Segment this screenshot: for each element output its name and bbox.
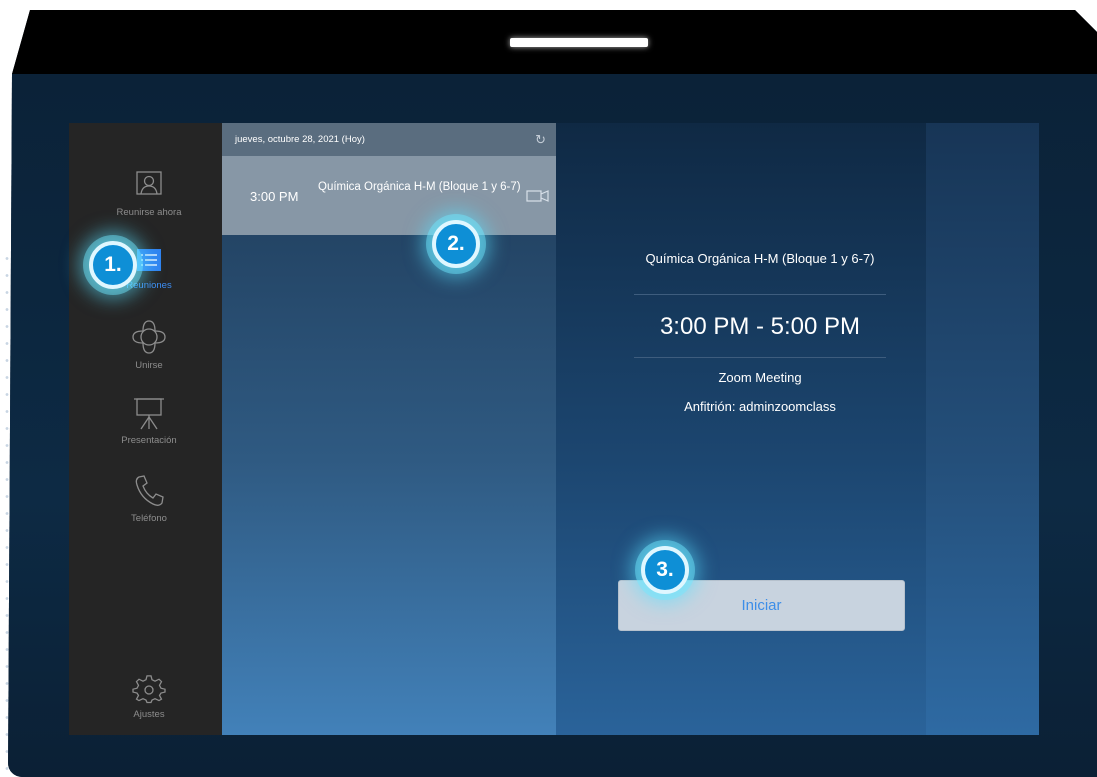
step-badge-3: 3. <box>641 546 689 594</box>
sidebar: Reunirse ahora Reuniones Unirse Presenta… <box>69 123 222 735</box>
gear-icon <box>129 675 169 705</box>
sidebar-item-label: Reunirse ahora <box>116 207 182 218</box>
sidebar-item-label: Reuniones <box>126 280 172 291</box>
list-date: jueves, octubre 28, 2021 (Hoy) <box>235 134 365 145</box>
sidebar-item-label: Teléfono <box>131 513 167 524</box>
zoom-rooms-screen: Reunirse ahora Reuniones Unirse Presenta… <box>69 123 1039 735</box>
detail-host: Anfitrión: adminzoomclass <box>684 399 836 414</box>
list-item[interactable]: 3:00 PM Química Orgánica H-M (Bloque 1 y… <box>222 156 556 235</box>
meeting-detail: Química Orgánica H-M (Bloque 1 y 6-7) 3:… <box>556 123 1039 735</box>
detail-side-panel <box>926 123 1039 735</box>
flower-icon <box>129 318 169 356</box>
step-badge-1: 1. <box>89 241 137 289</box>
refresh-icon[interactable]: ↻ <box>535 133 546 146</box>
phone-icon <box>129 473 169 509</box>
tablet-speaker <box>510 38 648 47</box>
sidebar-item-label: Presentación <box>121 435 177 446</box>
sidebar-item-reunirse-ahora[interactable]: Reunirse ahora <box>109 171 189 218</box>
tablet-bezel <box>8 10 1097 74</box>
step-badge-2: 2. <box>432 220 480 268</box>
contact-icon <box>129 171 169 203</box>
settings-label: Ajustes <box>133 709 165 720</box>
sidebar-item-telefono[interactable]: Teléfono <box>109 473 189 524</box>
sidebar-item-presentacion[interactable]: Presentación <box>109 397 189 446</box>
sidebar-item-label: Unirse <box>135 360 163 371</box>
detail-title: Química Orgánica H-M (Bloque 1 y 6-7) <box>645 251 875 266</box>
divider <box>634 357 886 358</box>
detail-time-range: 3:00 PM - 5:00 PM <box>659 313 861 340</box>
list-header: jueves, octubre 28, 2021 (Hoy) ↻ <box>222 123 556 156</box>
projector-icon <box>129 397 169 431</box>
meeting-title: Química Orgánica H-M (Bloque 1 y 6-7) <box>318 181 521 193</box>
meetings-list: jueves, octubre 28, 2021 (Hoy) ↻ 3:00 PM… <box>222 123 556 735</box>
meeting-time: 3:00 PM <box>250 189 299 204</box>
divider <box>634 294 886 295</box>
video-camera-icon <box>526 189 550 208</box>
sidebar-item-ajustes[interactable]: Ajustes <box>109 675 189 720</box>
detail-meeting-type: Zoom Meeting <box>718 370 802 385</box>
sidebar-item-unirse[interactable]: Unirse <box>109 318 189 371</box>
